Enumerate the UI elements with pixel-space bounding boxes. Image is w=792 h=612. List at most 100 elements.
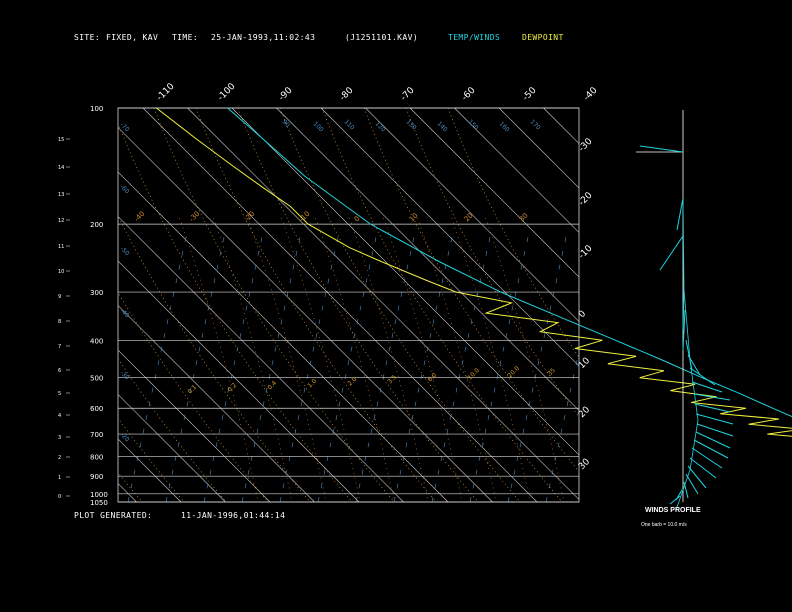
isotherm-line [543, 108, 579, 144]
moist-adiabat [485, 217, 565, 502]
isotherm-line [320, 108, 579, 367]
pressure-label: 1050 [90, 499, 108, 507]
mixing-ratio-line [317, 227, 379, 502]
right-temperature-label: -20 [577, 190, 595, 208]
pressure-label: 300 [90, 289, 103, 297]
height-label: 12 [58, 218, 64, 224]
dry-adiabat [447, 108, 579, 358]
dry-adiabat [279, 108, 521, 502]
wind-barb [693, 439, 729, 459]
height-label: 8 [58, 319, 61, 325]
wind-barb [639, 145, 684, 153]
skew-t-chart: 1002003004005006007008009001000105001234… [0, 81, 792, 511]
height-label: 13 [58, 192, 64, 198]
theta-label: 160 [498, 120, 511, 133]
mixing-ratio-label: 1.0 [306, 378, 318, 390]
dry-adiabat [405, 108, 579, 418]
plot-generated-label: PLOT GENERATED: [74, 511, 153, 520]
mixing-ratio-label: 0.1 [186, 384, 198, 396]
adiabat-label: -20 [243, 210, 257, 224]
height-label: 11 [58, 244, 64, 250]
pressure-label: 500 [90, 375, 103, 383]
isotherm-line [409, 108, 579, 278]
mixing-ratio-label: 0.4 [266, 380, 278, 392]
pressure-label: 600 [90, 405, 103, 413]
dry-adiabat [118, 215, 311, 502]
pressure-label: 1000 [90, 491, 108, 499]
top-temperature-label: -60 [460, 85, 478, 103]
isotherm-line [187, 108, 579, 500]
dry-adiabat [118, 122, 353, 502]
theta-label: 120 [374, 120, 387, 133]
plot-area [0, 108, 792, 502]
right-temperature-label: -30 [577, 136, 595, 154]
wind-barb [695, 431, 731, 449]
adiabat-label: 20 [463, 211, 475, 223]
top-temperature-label: -50 [521, 85, 539, 103]
height-label: 2 [58, 455, 61, 461]
mixing-ratio-line [545, 349, 579, 502]
height-label: 6 [58, 368, 61, 374]
theta-left-label: -70 [119, 121, 131, 133]
isotherm-line [0, 108, 92, 502]
wind-barb [691, 381, 723, 393]
adiabat-label: -40 [133, 210, 147, 224]
isotherm-line [118, 171, 449, 502]
height-label: 14 [58, 165, 64, 171]
dry-adiabat [118, 472, 143, 502]
pressure-label: 800 [90, 453, 103, 461]
isotherm-line [633, 108, 792, 502]
pressure-label: 100 [90, 105, 103, 113]
adiabat-label: -10 [298, 210, 312, 224]
mixing-ratio-label: 6.0 [426, 372, 438, 384]
wind-barb [696, 423, 734, 437]
mixing-ratio-label: 10.0 [466, 367, 481, 382]
top-temperature-label: -80 [338, 85, 356, 103]
dry-adiabat [153, 108, 395, 502]
isotherm-line [766, 108, 792, 502]
isotherm-line [722, 108, 792, 502]
theta-label: 140 [436, 120, 449, 133]
winds-profile-title: WINDS PROFILE [645, 507, 701, 514]
theta-left-label: -60 [119, 183, 131, 195]
height-label: 15 [58, 137, 64, 143]
height-label: 7 [58, 344, 61, 350]
theta-label: 150 [467, 118, 480, 131]
isotherm-line [498, 108, 579, 189]
mixing-ratio-label: 20.0 [506, 365, 521, 380]
isotherm-line [118, 438, 182, 502]
height-label: 1 [58, 475, 61, 481]
isotherm-line [118, 260, 360, 502]
pressure-label: 900 [90, 473, 103, 481]
pressure-label: 200 [90, 221, 103, 229]
theta-left-label: -40 [119, 307, 131, 319]
mixing-ratio-line [203, 227, 265, 502]
dry-adiabat [363, 108, 579, 473]
dry-adiabat [237, 108, 479, 502]
dewpoint-line [156, 107, 792, 437]
height-label: 3 [58, 435, 61, 441]
mixing-ratio-line [507, 227, 569, 502]
isotherm-line [118, 127, 493, 502]
mixing-ratio-line [165, 227, 227, 502]
top-temperature-label: -40 [582, 85, 600, 103]
height-label: 9 [58, 294, 61, 300]
adiabat-label: -30 [188, 210, 202, 224]
top-temperature-label: -110 [155, 81, 177, 103]
winds-profile-note: One barb = 10.0 m/s [641, 522, 687, 528]
wind-profile-spine [675, 199, 699, 511]
top-temperature-label: -90 [277, 85, 295, 103]
pressure-label: 700 [90, 431, 103, 439]
moist-adiabat [349, 217, 429, 502]
plot-frame [117, 107, 580, 503]
wind-barb [659, 235, 684, 271]
isotherm-line [118, 349, 271, 502]
temperature-line [227, 107, 792, 418]
isotherm-line [231, 108, 579, 456]
isotherm-line [118, 394, 226, 502]
pressure-label: 400 [90, 337, 103, 345]
theta-label: 100 [312, 120, 325, 133]
mixing-ratio-line [127, 227, 189, 502]
adiabat-label: 0 [353, 215, 362, 224]
wind-barb [691, 447, 723, 469]
